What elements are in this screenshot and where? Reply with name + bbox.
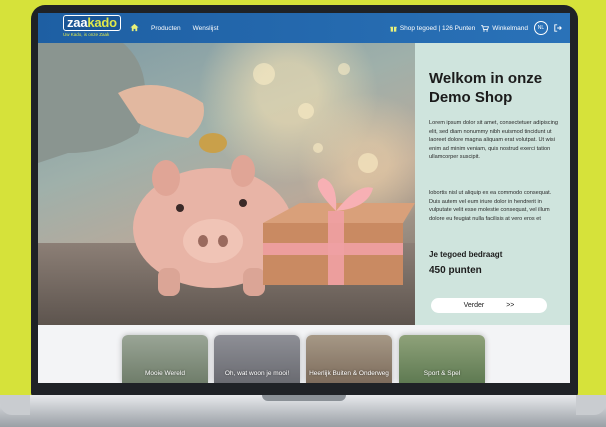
base-right-edge	[576, 395, 606, 415]
category-card-wonen[interactable]: Oh, wat woon je mooi!	[214, 335, 300, 383]
verder-button[interactable]: Verder >>	[431, 298, 547, 313]
category-label: Sport & Spel	[423, 370, 461, 377]
logo-wordmark: zaakado	[63, 15, 121, 31]
category-card-buiten-onderweg[interactable]: Heerlijk Buiten & Onderweg	[306, 335, 392, 383]
shop-tegoed-text: Shop tegoed | 126 Punten	[399, 24, 476, 32]
verder-button-arrow: >>	[506, 302, 515, 309]
category-label: Mooie Wereld	[145, 370, 185, 377]
welcome-paragraph-1: Lorem ipsum dolor sit amet, consectetuer…	[429, 120, 559, 161]
main-nav: Producten Wenslijst	[130, 13, 219, 43]
language-switch[interactable]: NL	[534, 21, 548, 35]
nav-producten[interactable]: Producten	[151, 25, 181, 32]
logo-tagline: Uw Kado, is onze Zaak	[63, 32, 110, 37]
winkelmand-link[interactable]: Winkelmand	[481, 25, 528, 32]
welcome-panel: Welkom in onze Demo Shop Lorem ipsum dol…	[415, 43, 570, 325]
welcome-paragraph-2: lobortis nisl ut aliquip ex ea commodo c…	[429, 190, 552, 222]
verder-button-label: Verder	[463, 302, 485, 309]
piggy-bank-illustration	[38, 43, 415, 296]
category-card-mooie-wereld[interactable]: Mooie Wereld	[122, 335, 208, 383]
cart-icon	[481, 24, 490, 32]
shop-tegoed-link[interactable]: Shop tegoed | 126 Punten	[390, 25, 475, 32]
category-label: Heerlijk Buiten & Onderweg	[309, 370, 389, 377]
balance-label: Je tegoed bedraagt	[429, 250, 503, 259]
nav-account-area: Shop tegoed | 126 Punten Winkelmand NL	[390, 13, 562, 43]
top-navbar: zaakado Uw Kado, is onze Zaak Producten …	[38, 13, 570, 43]
category-label: Oh, wat woon je mooi!	[224, 370, 290, 377]
gift-icon	[390, 26, 397, 32]
nav-wenslijst[interactable]: Wenslijst	[193, 25, 219, 32]
winkelmand-text: Winkelmand	[492, 24, 528, 32]
category-card-sport-spel[interactable]: Sport & Spel	[399, 335, 485, 383]
welcome-title: Welkom in onze Demo Shop	[429, 70, 543, 106]
browser-screen: zaakado Uw Kado, is onze Zaak Producten …	[38, 13, 570, 383]
base-left-edge	[0, 395, 30, 415]
balance-value: 450 punten	[429, 265, 482, 276]
hero-photo-piggy-bank	[38, 43, 415, 325]
nav-home[interactable]	[130, 23, 139, 34]
base-notch	[262, 395, 346, 401]
category-strip: Mooie Wereld Oh, wat woon je mooi! Heerl…	[38, 325, 570, 383]
zaakado-logo[interactable]: zaakado Uw Kado, is onze Zaak	[63, 15, 121, 41]
laptop-base	[0, 395, 606, 427]
home-icon	[130, 23, 139, 31]
logout-icon[interactable]	[554, 24, 562, 32]
